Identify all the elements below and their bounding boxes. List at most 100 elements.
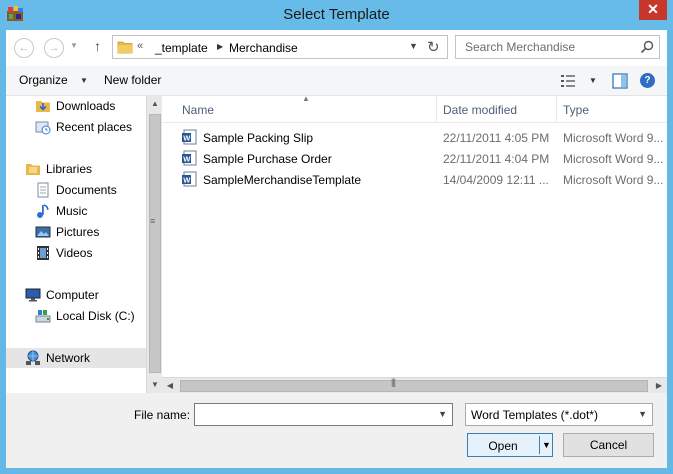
up-button[interactable]: ↑ [94,38,101,54]
address-dropdown[interactable]: ▼ [409,41,418,51]
nav-label: Libraries [46,162,93,176]
file-list-scroll-thumb[interactable] [180,380,648,392]
file-name-input[interactable] [195,404,433,425]
nav-item-videos[interactable]: Videos [6,243,146,263]
close-button[interactable]: ✕ [639,0,667,20]
file-list-scrollbar[interactable]: ◀ ||| ▶ [162,377,667,394]
search-input[interactable] [456,36,636,58]
nav-item-music[interactable]: Music [6,201,146,221]
column-type-header[interactable]: Type [563,103,589,117]
disk-icon [35,310,51,323]
breadcrumb-separator-icon[interactable]: ▶ [217,42,223,51]
breadcrumb-merchandise[interactable]: Merchandise [229,41,298,55]
file-name: SampleMerchandiseTemplate [203,173,362,187]
file-name: Sample Purchase Order [203,152,332,166]
nav-label: Pictures [56,225,100,239]
scroll-left-icon[interactable]: ◀ [162,378,178,394]
file-type-dropdown-icon[interactable]: ▼ [638,409,647,419]
file-name-label: File name: [134,408,191,422]
svg-text:W: W [183,134,191,143]
scroll-grip-icon: ≡ [150,216,156,226]
scroll-up-icon[interactable]: ▲ [147,96,163,112]
nav-item-computer[interactable]: Computer [6,285,146,305]
nav-item-recent-places[interactable]: Recent places [6,117,146,137]
libraries-icon [26,164,40,175]
file-row[interactable]: W Sample Purchase Order 22/11/2011 4:04 … [162,148,667,169]
dialog-body: ← → ▼ ↑ « _template ▶ Merchandise ▼ ↻ Or… [6,30,667,468]
file-date: 14/04/2009 12:11 ... [443,173,549,187]
search-box [455,35,660,59]
column-divider[interactable] [436,96,437,123]
nav-item-local-disk[interactable]: Local Disk (C:) [6,306,146,326]
back-button[interactable]: ← [14,38,34,58]
cancel-button[interactable]: Cancel [563,433,654,457]
nav-item-pictures[interactable]: Pictures [6,222,146,242]
column-name-header[interactable]: Name [182,103,214,117]
open-options-dropdown-icon[interactable]: ▼ [542,440,551,450]
nav-label: Videos [56,246,93,260]
address-bar[interactable]: « _template ▶ Merchandise ▼ ↻ [112,35,448,59]
navigation-scrollbar[interactable]: ▲ ≡ ▼ [146,96,163,393]
nav-label: Downloads [56,99,116,113]
nav-item-documents[interactable]: Documents [6,180,146,200]
organize-button[interactable]: Organize [19,73,68,87]
file-type-select[interactable]: Word Templates (*.dot*) ▼ [465,403,653,426]
folder-icon [117,41,133,54]
nav-label: Network [46,351,91,365]
word-document-icon: W [182,150,197,166]
up-arrow-icon: ↑ [94,38,101,54]
navigation-pane: Downloads Recent places Libraries Docume… [6,96,146,393]
forward-arrow-icon: → [48,42,60,54]
view-options-dropdown[interactable]: ▼ [589,76,597,85]
scroll-grip-icon: ||| [391,377,396,387]
svg-text:W: W [183,176,191,185]
nav-label: Computer [46,288,99,302]
scroll-right-icon[interactable]: ▶ [651,378,667,394]
nav-item-libraries[interactable]: Libraries [6,159,146,179]
file-name-dropdown-icon[interactable]: ▼ [438,409,447,419]
address-row: ← → ▼ ↑ « _template ▶ Merchandise ▼ ↻ [6,30,667,66]
help-icon[interactable]: ? [640,73,655,88]
refresh-button[interactable]: ↻ [427,38,440,56]
recent-locations-dropdown[interactable]: ▼ [70,41,78,50]
scroll-down-icon[interactable]: ▼ [147,377,163,393]
new-folder-button[interactable]: New folder [104,73,161,87]
preview-pane-icon[interactable] [612,73,628,89]
nav-label: Recent places [56,120,133,134]
file-row[interactable]: W SampleMerchandiseTemplate 14/04/2009 1… [162,169,667,190]
change-view-icon[interactable] [560,73,576,89]
search-icon[interactable] [639,39,655,55]
nav-item-network[interactable]: Network [6,348,146,368]
organize-dropdown-icon[interactable]: ▼ [80,76,88,85]
sort-ascending-icon: ▲ [302,96,310,103]
file-date: 22/11/2011 4:04 PM [443,152,550,166]
videos-icon [37,246,49,260]
breadcrumb-template[interactable]: _template [155,41,208,55]
nav-item-downloads[interactable]: Downloads [6,96,146,116]
open-button-divider [539,436,540,454]
column-header-row: ▲ Name Date modified Type [162,96,667,123]
nav-label: Documents [56,183,117,197]
column-date-header[interactable]: Date modified [443,103,517,117]
pictures-icon [35,226,51,238]
file-type: Microsoft Word 9... [563,152,664,166]
address-overflow-chevron[interactable]: « [137,40,143,52]
file-name: Sample Packing Slip [203,131,314,145]
file-row[interactable]: W Sample Packing Slip 22/11/2011 4:05 PM… [162,127,667,148]
computer-icon [25,288,41,302]
downloads-icon [36,101,50,112]
word-document-icon: W [182,129,197,145]
window-title: Select Template [283,6,390,23]
forward-button[interactable]: → [44,38,64,58]
word-document-icon: W [182,171,197,187]
column-divider[interactable] [556,96,557,123]
svg-text:W: W [183,155,191,164]
refresh-icon: ↻ [427,39,440,56]
network-icon [26,350,40,365]
navigation-scroll-thumb[interactable] [149,114,161,373]
open-button[interactable]: Open ▼ [467,433,553,457]
back-arrow-icon: ← [18,42,30,54]
file-type: Microsoft Word 9... [563,131,664,145]
documents-icon [37,182,49,198]
file-type-value: Word Templates (*.dot*) [471,408,598,422]
